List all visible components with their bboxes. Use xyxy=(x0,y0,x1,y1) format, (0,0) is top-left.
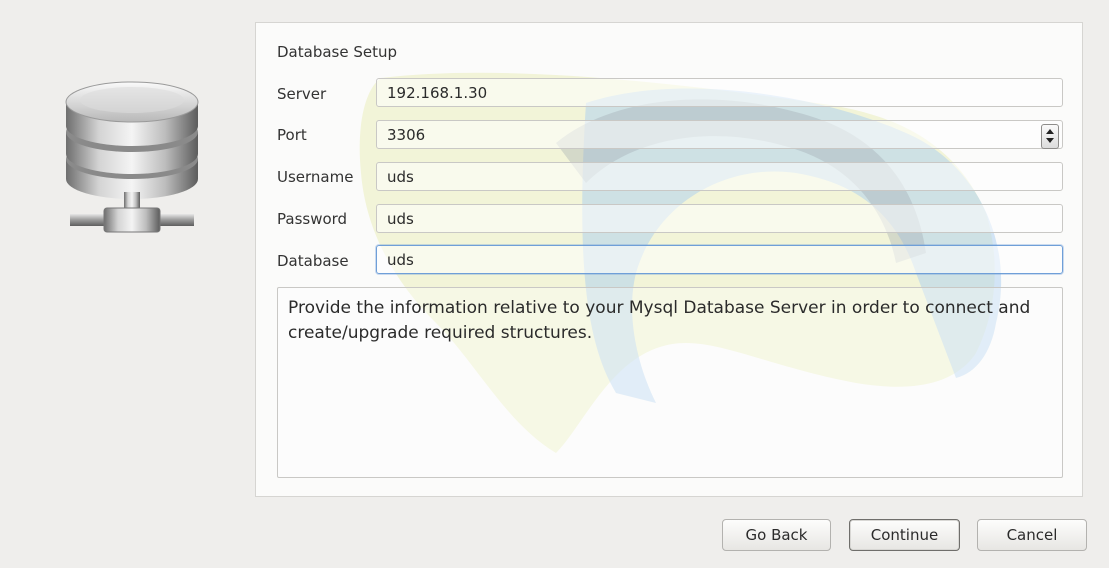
server-label: Server xyxy=(277,85,327,103)
database-setup-panel: Database Setup Server Port Username Pass… xyxy=(255,22,1083,497)
info-text: Provide the information relative to your… xyxy=(288,298,1031,343)
server-input[interactable] xyxy=(376,78,1063,107)
continue-button[interactable]: Continue xyxy=(849,519,960,551)
password-input[interactable] xyxy=(376,204,1063,233)
spin-buttons-icon[interactable] xyxy=(1041,124,1059,149)
spin-down-icon[interactable] xyxy=(1046,138,1054,143)
spin-up-icon[interactable] xyxy=(1046,129,1054,134)
port-label: Port xyxy=(277,126,307,144)
username-label: Username xyxy=(277,168,354,186)
section-title: Database Setup xyxy=(277,43,397,61)
cancel-button[interactable]: Cancel xyxy=(977,519,1087,551)
go-back-button[interactable]: Go Back xyxy=(722,519,831,551)
database-server-icon xyxy=(52,64,212,254)
port-input[interactable] xyxy=(376,120,1063,149)
database-label: Database xyxy=(277,252,349,270)
database-input[interactable] xyxy=(376,245,1063,274)
username-input[interactable] xyxy=(376,162,1063,191)
info-text-box: Provide the information relative to your… xyxy=(277,287,1063,478)
password-label: Password xyxy=(277,210,348,228)
